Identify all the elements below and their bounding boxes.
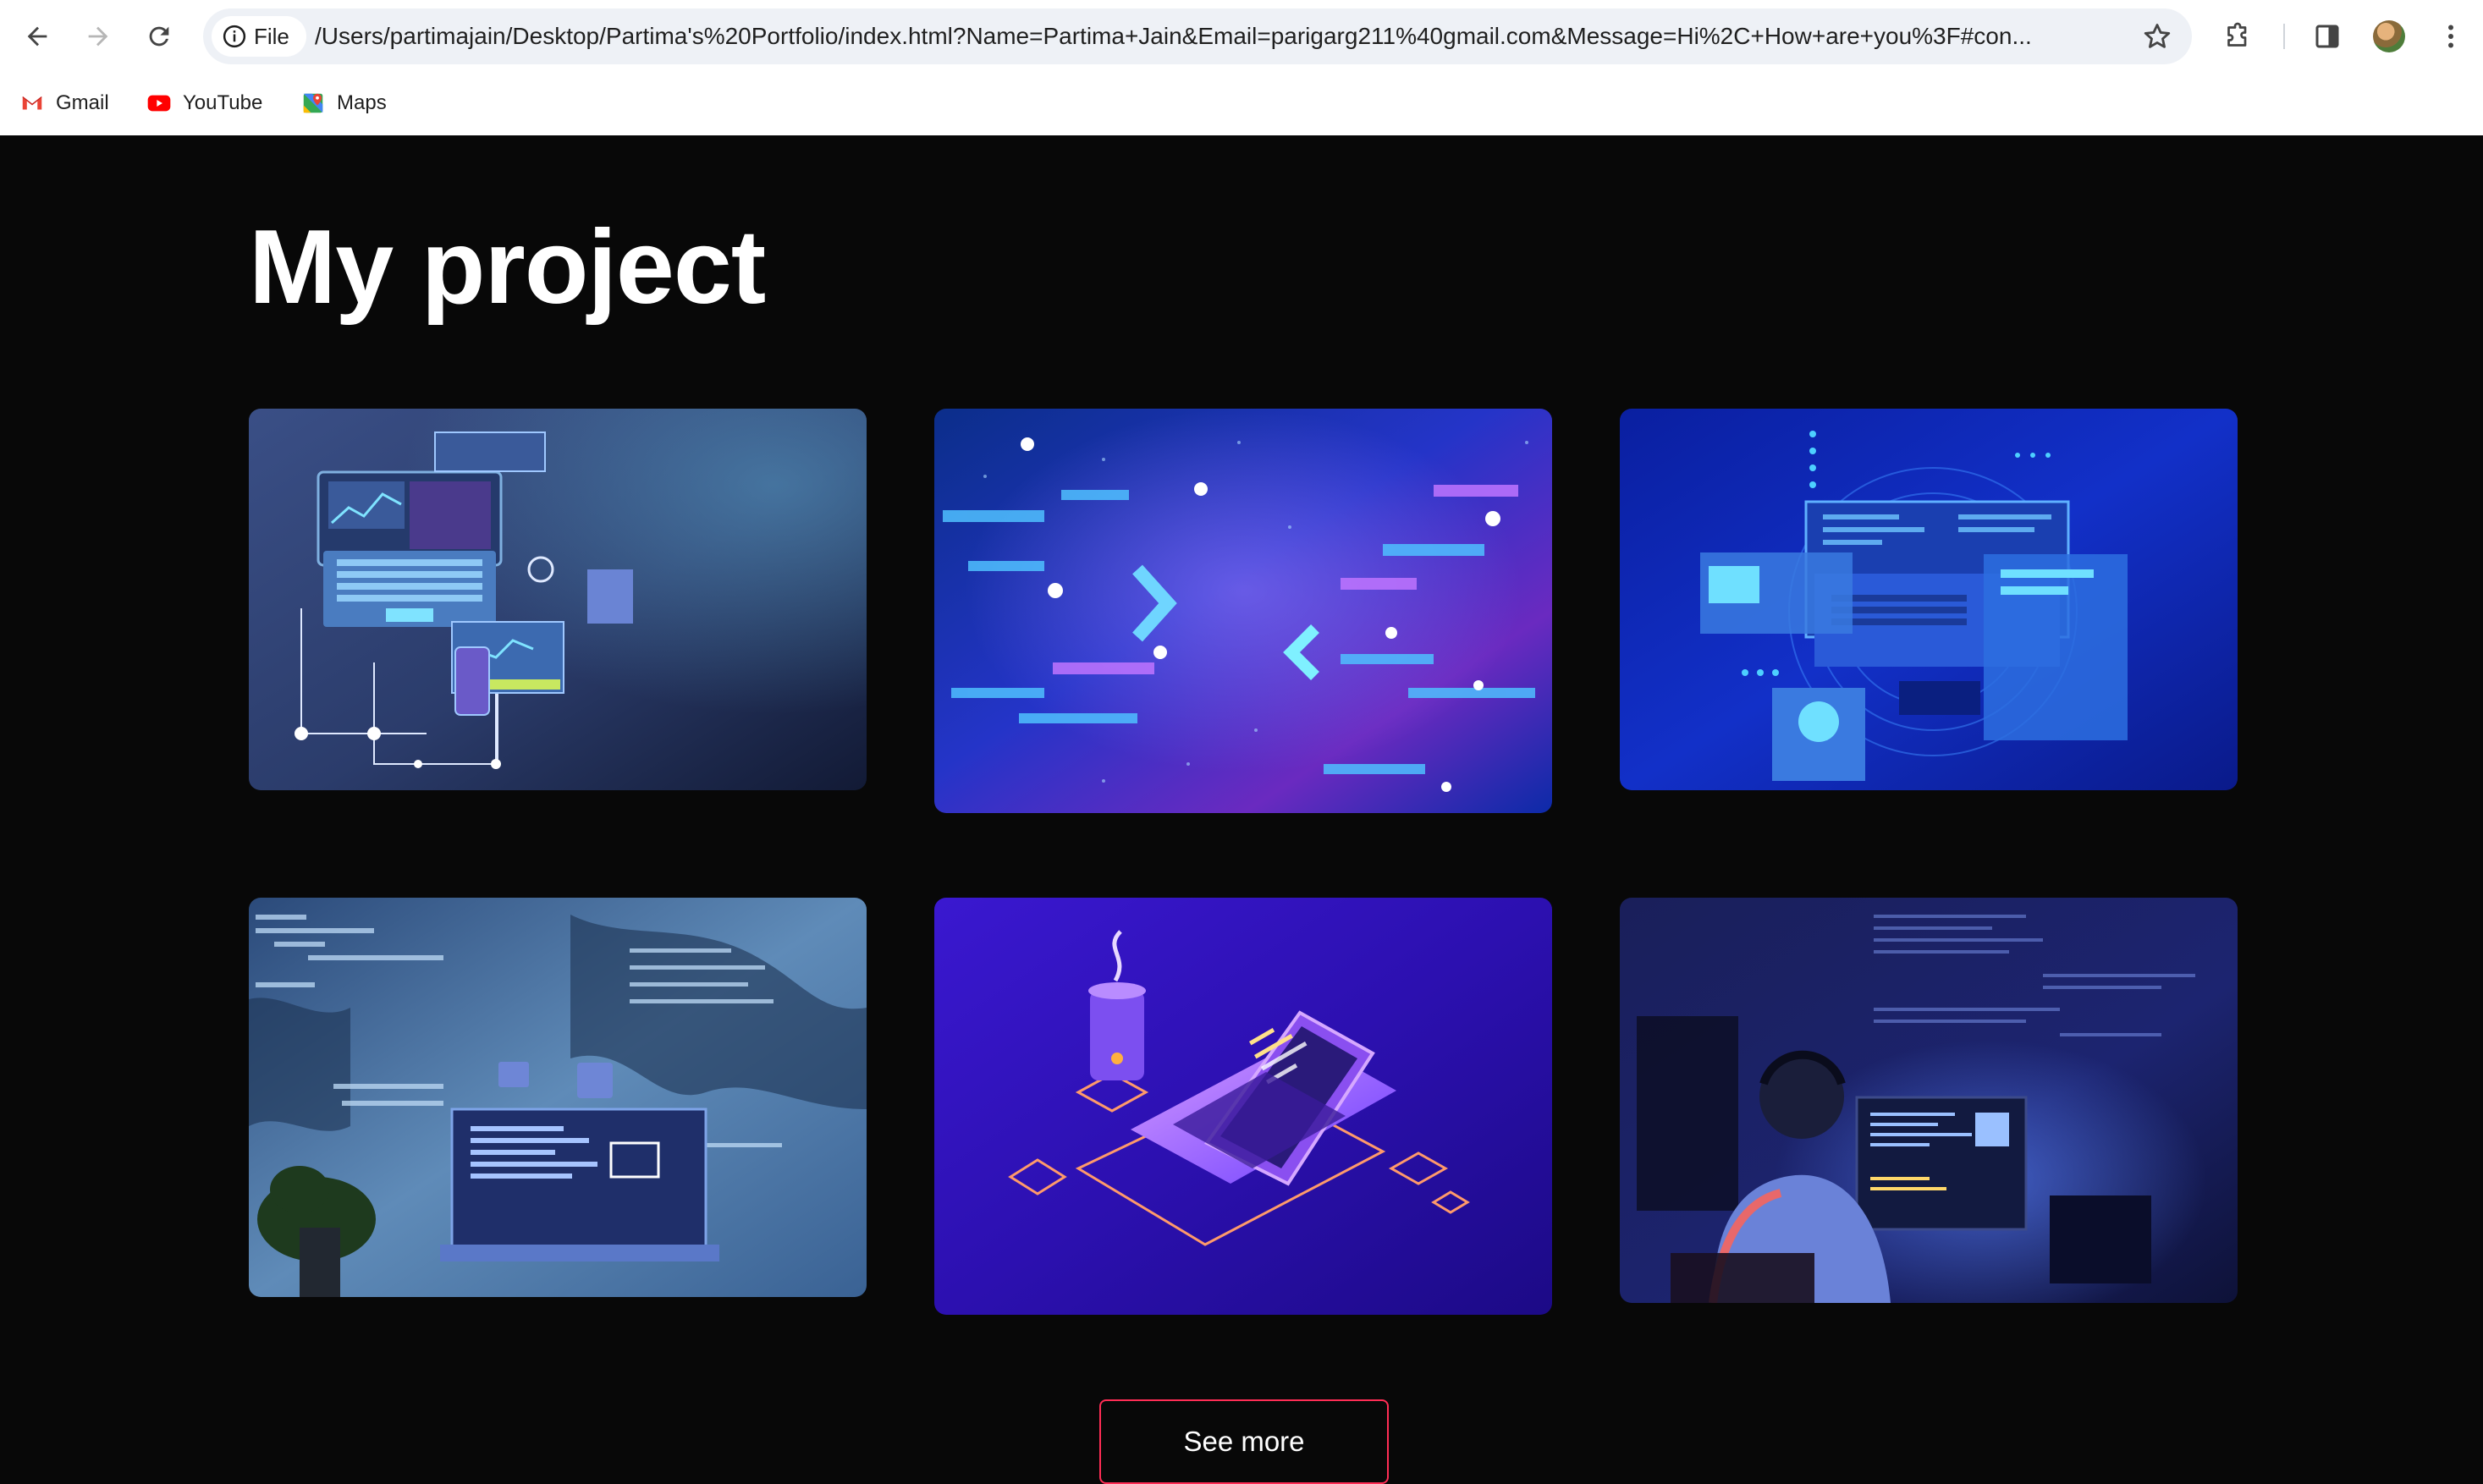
bookmark-youtube-label: YouTube [183, 91, 263, 114]
side-panel-button[interactable] [2309, 18, 2346, 55]
bookmark-maps[interactable]: Maps [300, 81, 387, 125]
laptop-ui-panels-illustration [1620, 409, 2238, 790]
back-button[interactable] [17, 16, 58, 57]
address-bar[interactable]: File /Users/partimajain/Desktop/Partima'… [203, 8, 2192, 64]
browser-chrome: File /Users/partimajain/Desktop/Partima'… [0, 0, 2483, 135]
url-text[interactable]: /Users/partimajain/Desktop/Partima's%20P… [315, 8, 2117, 64]
bookmark-star-icon[interactable] [2141, 20, 2173, 52]
developer-at-monitors-photo [1620, 898, 2238, 1303]
isometric-laptop-coffee-illustration [934, 898, 1552, 1315]
projects-heading: My project [249, 209, 766, 326]
code-editor-laptop-photo [249, 898, 867, 1297]
bookmarks-bar: Gmail YouTube Maps [0, 81, 2483, 125]
project-card-5[interactable] [934, 898, 1552, 1315]
site-chip-label: File [254, 23, 289, 49]
digital-circuit-arrows-illustration [934, 409, 1552, 813]
back-arrow-icon [27, 26, 47, 47]
gmail-icon [19, 90, 46, 117]
reload-icon [149, 26, 169, 47]
maps-icon [300, 90, 327, 117]
site-info-chip[interactable]: File [212, 16, 306, 57]
side-panel-icon [2315, 25, 2339, 48]
bookmark-gmail[interactable]: Gmail [19, 81, 109, 125]
more-vert-icon [2448, 25, 2453, 48]
forward-button[interactable] [78, 16, 118, 57]
see-more-button[interactable]: See more [1099, 1399, 1389, 1484]
puzzle-icon [2227, 22, 2247, 47]
bookmark-gmail-label: Gmail [56, 91, 109, 114]
project-card-6[interactable] [1620, 898, 2238, 1303]
browser-menu-button[interactable] [2432, 18, 2469, 55]
info-icon [223, 25, 246, 48]
portfolio-page: My project See more [0, 135, 2483, 1484]
project-card-2[interactable] [934, 409, 1552, 813]
reload-button[interactable] [139, 16, 179, 57]
browser-toolbar: File /Users/partimajain/Desktop/Partima'… [0, 0, 2483, 73]
youtube-icon [146, 90, 173, 117]
extensions-button[interactable] [2219, 18, 2256, 55]
bookmark-maps-label: Maps [337, 91, 387, 114]
forward-arrow-icon [88, 26, 108, 47]
project-card-4[interactable] [249, 898, 867, 1297]
project-card-1[interactable] [249, 409, 867, 790]
profile-avatar[interactable] [2373, 20, 2405, 52]
bookmark-youtube[interactable]: YouTube [146, 81, 262, 125]
toolbar-divider [2283, 24, 2285, 49]
project-card-3[interactable] [1620, 409, 2238, 790]
laptop-devices-illustration [249, 409, 867, 790]
